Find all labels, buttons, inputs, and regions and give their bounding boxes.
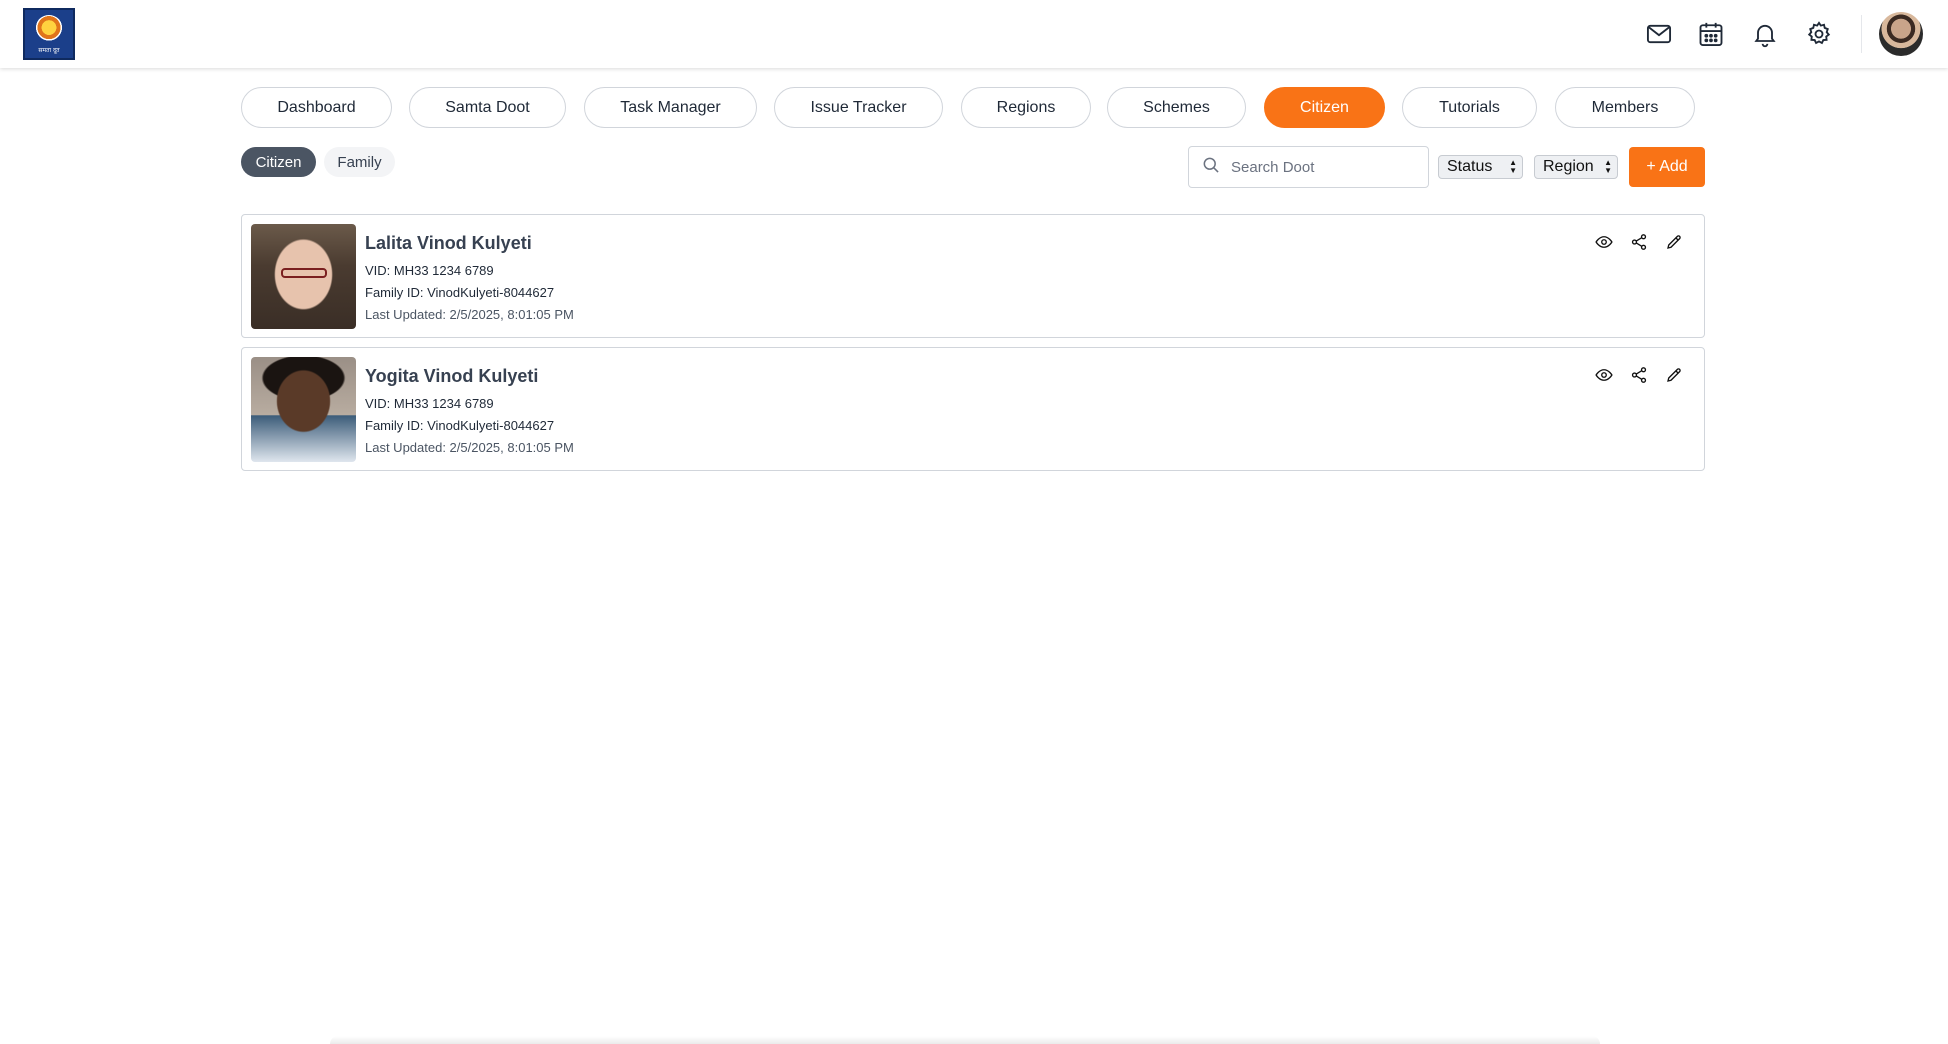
region-select[interactable]: Region ▲ ▼ (1534, 155, 1618, 179)
subtab-family[interactable]: Family (324, 147, 395, 177)
share-icon[interactable] (1628, 231, 1650, 253)
tab-samta-doot[interactable]: Samta Doot (409, 87, 566, 128)
citizen-info: Yogita Vinod Kulyeti VID: MH33 1234 6789… (365, 366, 574, 456)
tab-task-manager[interactable]: Task Manager (584, 87, 757, 128)
tab-members[interactable]: Members (1555, 87, 1695, 128)
tab-issue-tracker[interactable]: Issue Tracker (774, 87, 943, 128)
citizen-name: Yogita Vinod Kulyeti (365, 366, 539, 386)
select-arrows-icon: ▲ ▼ (1509, 158, 1517, 175)
citizen-card[interactable]: Lalita Vinod Kulyeti VID: MH33 1234 6789… (241, 214, 1705, 338)
add-button[interactable]: + Add (1629, 147, 1705, 187)
citizen-card[interactable]: Yogita Vinod Kulyeti VID: MH33 1234 6789… (241, 347, 1705, 471)
bell-icon[interactable] (1745, 14, 1785, 54)
mail-icon[interactable] (1639, 14, 1679, 54)
citizen-last-updated: Last Updated: 2/5/2025, 8:01:05 PM (365, 440, 574, 455)
citizen-name: Lalita Vinod Kulyeti (365, 233, 532, 253)
bottom-shadow (330, 1036, 1600, 1044)
logo-sun-icon (35, 14, 63, 43)
tab-dashboard[interactable]: Dashboard (241, 87, 392, 128)
view-icon[interactable] (1593, 231, 1615, 253)
citizen-photo (251, 224, 356, 329)
status-select[interactable]: Status ▲ ▼ (1438, 155, 1523, 179)
calendar-icon[interactable] (1691, 14, 1731, 54)
share-icon[interactable] (1628, 364, 1650, 386)
tab-tutorials[interactable]: Tutorials (1402, 87, 1537, 128)
tab-citizen[interactable]: Citizen (1264, 87, 1385, 128)
citizen-family-id: Family ID: VinodKulyeti-8044627 (365, 418, 555, 433)
header-divider (1861, 15, 1862, 53)
status-select-label: Status (1447, 158, 1493, 175)
region-select-label: Region (1543, 158, 1594, 175)
edit-icon[interactable] (1663, 364, 1685, 386)
citizen-vid: VID: MH33 1234 6789 (365, 396, 494, 411)
search-input[interactable] (1231, 158, 1421, 176)
top-bar: समता दूत (0, 0, 1948, 68)
gear-icon[interactable] (1799, 14, 1839, 54)
citizen-family-id: Family ID: VinodKulyeti-8044627 (365, 285, 555, 300)
subtab-citizen[interactable]: Citizen (241, 147, 316, 177)
citizen-last-updated: Last Updated: 2/5/2025, 8:01:05 PM (365, 307, 574, 322)
search-box (1188, 146, 1429, 188)
search-icon (1201, 155, 1221, 180)
app-logo[interactable]: समता दूत (23, 8, 75, 60)
view-icon[interactable] (1593, 364, 1615, 386)
citizen-vid: VID: MH33 1234 6789 (365, 263, 494, 278)
user-avatar[interactable] (1879, 12, 1923, 56)
photo-glasses (281, 268, 327, 278)
tab-regions[interactable]: Regions (961, 87, 1091, 128)
citizen-info: Lalita Vinod Kulyeti VID: MH33 1234 6789… (365, 233, 574, 323)
select-arrows-icon: ▲ ▼ (1604, 158, 1612, 175)
logo-text: समता दूत (38, 46, 60, 54)
edit-icon[interactable] (1663, 231, 1685, 253)
tab-schemes[interactable]: Schemes (1107, 87, 1246, 128)
citizen-photo (251, 357, 356, 462)
